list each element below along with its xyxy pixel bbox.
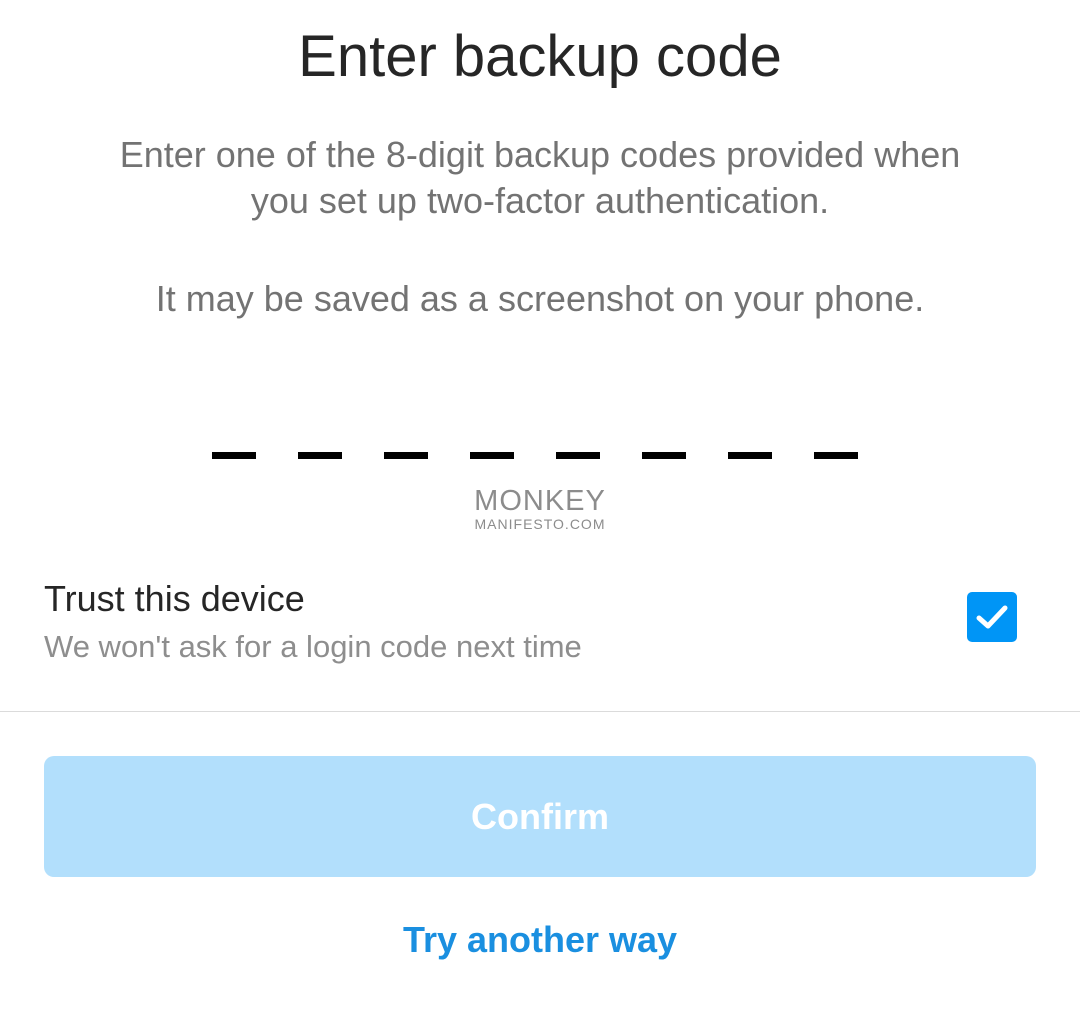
watermark-line-1: MONKEY: [474, 485, 606, 517]
code-digit-slot: [212, 452, 256, 459]
confirm-button[interactable]: Confirm: [44, 756, 1036, 877]
code-digit-slot: [470, 452, 514, 459]
page-title: Enter backup code: [298, 24, 782, 89]
code-digit-slot: [384, 452, 428, 459]
trust-device-row[interactable]: Trust this device We won't ask for a log…: [0, 566, 1080, 676]
trust-device-subtitle: We won't ask for a login code next time: [44, 629, 582, 664]
backup-code-input[interactable]: [196, 420, 876, 480]
instructions-text: Enter one of the 8-digit backup codes pr…: [60, 132, 1020, 224]
code-digit-slot: [298, 452, 342, 459]
code-digit-slot: [556, 452, 600, 459]
divider: [0, 711, 1080, 712]
trust-device-checkbox[interactable]: [967, 592, 1017, 642]
code-digit-slot: [814, 452, 858, 459]
code-digit-slot: [642, 452, 686, 459]
watermark-line-2: MANIFESTO.COM: [474, 516, 606, 532]
try-another-way-link[interactable]: Try another way: [0, 918, 1080, 962]
watermark-logo: MONKEY MANIFESTO.COM: [0, 486, 1080, 532]
code-digit-slot: [728, 452, 772, 459]
instructions-line-1: Enter one of the 8-digit backup codes pr…: [119, 134, 961, 175]
trust-device-title: Trust this device: [44, 578, 305, 619]
instructions-line-2: you set up two-factor authentication.: [250, 180, 830, 221]
checkmark-icon: [976, 605, 1008, 629]
screenshot-hint: It may be saved as a screenshot on your …: [155, 278, 925, 319]
